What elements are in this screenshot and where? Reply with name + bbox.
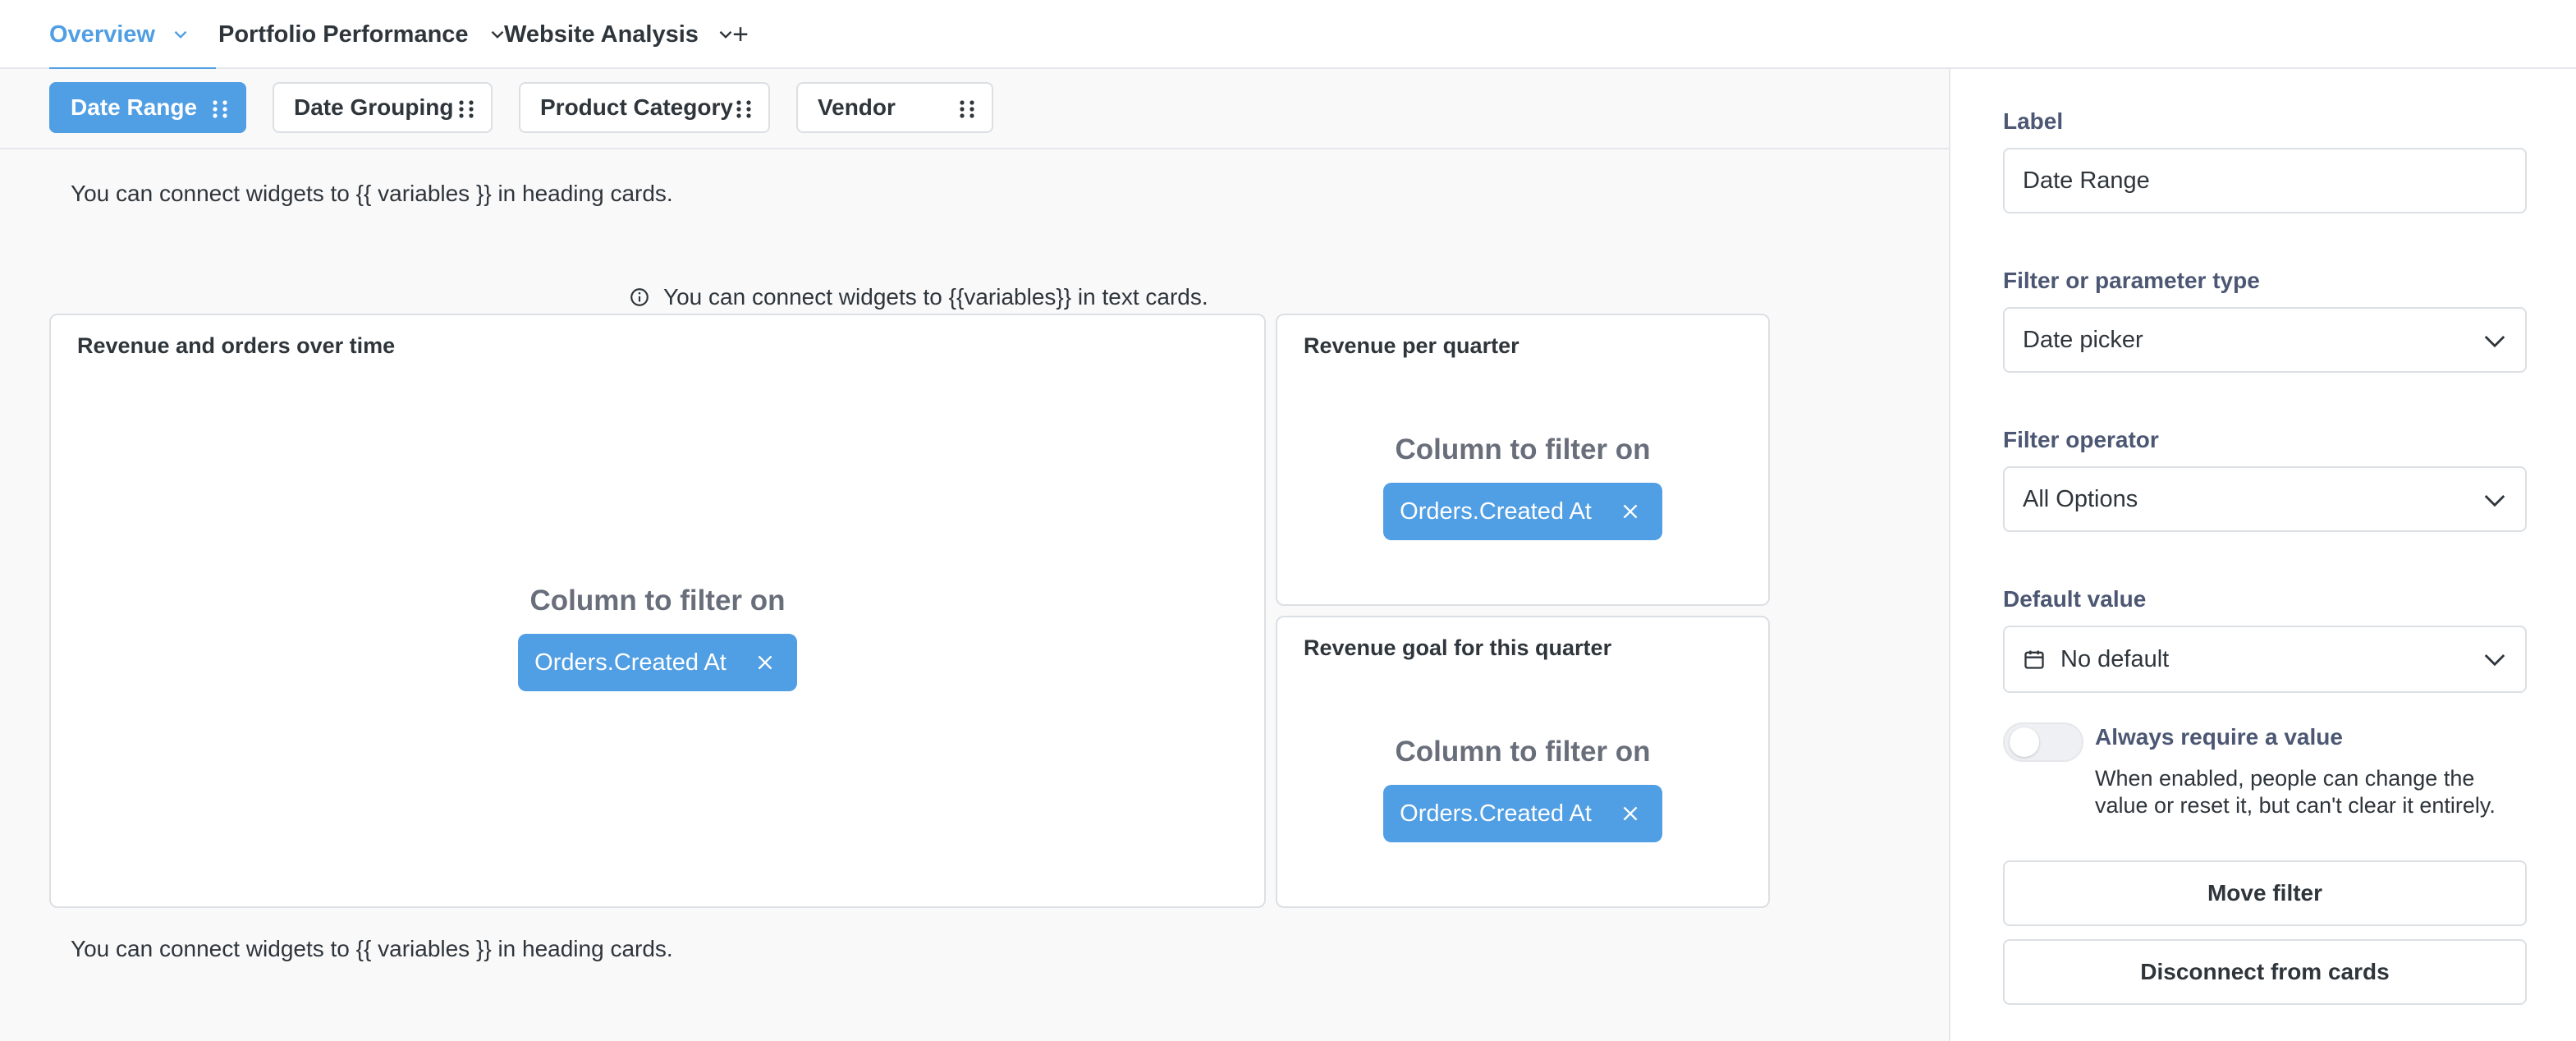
tab-website-analysis[interactable]: Website Analysis: [504, 0, 736, 69]
info-icon: [630, 288, 649, 306]
type-field-title: Filter or parameter type: [2003, 268, 2260, 293]
filter-chip-label: Product Category: [540, 94, 733, 120]
parameter-type-select[interactable]: Date picker: [2003, 307, 2527, 373]
drag-handle-icon[interactable]: [212, 99, 228, 118]
calendar-icon: [2024, 650, 2044, 669]
label-field-title: Label: [2003, 108, 2064, 134]
parameter-mapping: Column to filter on Orders.Created At: [51, 585, 1264, 691]
chevron-down-icon: [2482, 489, 2507, 511]
text-card-info: You can connect widgets to {{variables}}…: [629, 281, 1208, 314]
default-value-picker[interactable]: No default: [2003, 626, 2527, 693]
dashcard-revenue-goal[interactable]: Revenue goal for this quarter Column to …: [1276, 616, 1770, 908]
close-icon[interactable]: [754, 652, 776, 673]
operator-field-title: Filter operator: [2003, 427, 2159, 452]
tab-label: Overview: [49, 21, 155, 48]
require-value-toggle[interactable]: [2003, 722, 2083, 762]
card-title: Revenue goal for this quarter: [1304, 635, 1612, 660]
dashcard-revenue-per-quarter[interactable]: Revenue per quarter Column to filter on …: [1276, 314, 1770, 606]
parameter-mapping: Column to filter on Orders.Created At: [1277, 736, 1768, 842]
mapping-label: Column to filter on: [1395, 736, 1651, 768]
toggle-knob: [2010, 727, 2039, 757]
filter-bar: Date Range Date Grouping Product Categor…: [0, 69, 1949, 149]
filter-chip-label: Vendor: [818, 94, 896, 120]
filter-chip-label: Date Grouping: [294, 94, 454, 120]
default-field-title: Default value: [2003, 586, 2147, 612]
column-mapping-button[interactable]: Orders.Created At: [1383, 785, 1662, 842]
column-name: Orders.Created At: [1400, 800, 1592, 827]
column-name: Orders.Created At: [534, 649, 727, 676]
column-mapping-button[interactable]: Orders.Created At: [518, 634, 797, 691]
label-input-value: Date Range: [2023, 167, 2150, 194]
close-icon[interactable]: [1620, 803, 1641, 824]
drag-handle-icon[interactable]: [458, 99, 474, 118]
tab-label: Portfolio Performance: [218, 21, 469, 48]
chevron-down-icon: [2482, 330, 2507, 351]
tab-label: Website Analysis: [504, 21, 699, 48]
parameter-sidebar: Label Date Range Filter or parameter typ…: [1949, 69, 2576, 1041]
add-tab-button[interactable]: +: [729, 18, 752, 51]
card-title: Revenue per quarter: [1304, 333, 1519, 358]
filter-chip-vendor[interactable]: Vendor: [796, 82, 993, 133]
default-value-text: No default: [2060, 645, 2170, 672]
filter-operator-value: All Options: [2023, 485, 2138, 512]
filter-chip-date-range[interactable]: Date Range: [49, 82, 246, 133]
drag-handle-icon[interactable]: [736, 99, 752, 118]
parameter-mapping: Column to filter on Orders.Created At: [1277, 433, 1768, 540]
close-icon[interactable]: [1620, 501, 1641, 522]
require-value-description: When enabled, people can change the valu…: [2095, 766, 2496, 818]
column-mapping-button[interactable]: Orders.Created At: [1383, 483, 1662, 540]
mapping-label: Column to filter on: [1395, 433, 1651, 465]
dashcard-revenue-orders[interactable]: Revenue and orders over time Column to f…: [49, 314, 1266, 908]
dashboard-grid: You can connect widgets to {{ variables …: [0, 149, 1949, 1041]
label-input[interactable]: Date Range: [2003, 148, 2527, 213]
chevron-down-icon[interactable]: [170, 24, 191, 45]
move-filter-button[interactable]: Move filter: [2003, 860, 2527, 926]
chevron-down-icon: [2482, 649, 2507, 670]
require-value-label: Always require a value: [2095, 724, 2343, 750]
heading-card-top: You can connect widgets to {{ variables …: [71, 181, 673, 206]
filter-operator-select[interactable]: All Options: [2003, 466, 2527, 532]
filter-chip-label: Date Range: [71, 94, 198, 120]
tab-overview[interactable]: Overview: [49, 0, 216, 71]
filter-chip-date-grouping[interactable]: Date Grouping: [273, 82, 493, 133]
card-title: Revenue and orders over time: [77, 333, 396, 358]
parameter-type-value: Date picker: [2023, 326, 2143, 353]
column-name: Orders.Created At: [1400, 498, 1592, 525]
tab-portfolio-performance[interactable]: Portfolio Performance: [218, 0, 508, 69]
plus-icon: +: [732, 18, 749, 50]
dashboard-tab-bar: Overview Portfolio Performance Website A…: [0, 0, 2576, 71]
mapping-label: Column to filter on: [529, 585, 786, 617]
dashboard-editor: Overview Portfolio Performance Website A…: [0, 0, 2576, 1041]
disconnect-from-cards-button[interactable]: Disconnect from cards: [2003, 939, 2527, 1005]
text-card-info-label: You can connect widgets to {{variables}}…: [663, 284, 1208, 310]
drag-handle-icon[interactable]: [959, 99, 975, 118]
filter-chip-product-category[interactable]: Product Category: [519, 82, 770, 133]
heading-card-bottom: You can connect widgets to {{ variables …: [71, 936, 673, 961]
